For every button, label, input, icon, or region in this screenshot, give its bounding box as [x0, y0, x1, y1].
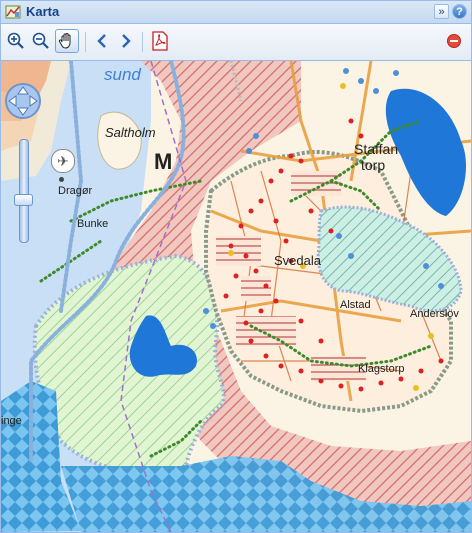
toolbar-separator: [142, 32, 143, 52]
forward-arrow-icon[interactable]: [114, 29, 138, 53]
pan-control[interactable]: [3, 81, 43, 121]
urban-block: [216, 236, 261, 266]
help-question-icon[interactable]: ?: [452, 4, 467, 19]
pdf-icon[interactable]: [148, 29, 172, 53]
window-title: Karta: [26, 4, 60, 19]
toolbar-separator: [85, 32, 86, 52]
zoom-in-icon[interactable]: [4, 29, 28, 53]
pan-hand-icon[interactable]: [55, 29, 79, 53]
map-icon: [5, 5, 21, 19]
window-titlebar: Karta » ?: [1, 1, 471, 24]
map-window: Karta » ? ✈ sund Saltholm M Dragør Bunke…: [0, 0, 472, 533]
double-chevron-right-icon[interactable]: »: [434, 4, 449, 19]
back-arrow-icon[interactable]: [90, 29, 114, 53]
close-red-icon[interactable]: [442, 29, 466, 53]
map-toolbar: [1, 24, 471, 61]
airport-icon: ✈: [51, 149, 75, 173]
town-dot: [59, 177, 64, 182]
map-canvas[interactable]: ✈ sund Saltholm M Dragør Bunke Svedala S…: [1, 61, 471, 532]
zoom-out-icon[interactable]: [29, 29, 53, 53]
map-graphics: [1, 61, 471, 532]
zoom-slider-track[interactable]: [19, 139, 29, 243]
zoom-slider-handle[interactable]: [14, 194, 33, 206]
